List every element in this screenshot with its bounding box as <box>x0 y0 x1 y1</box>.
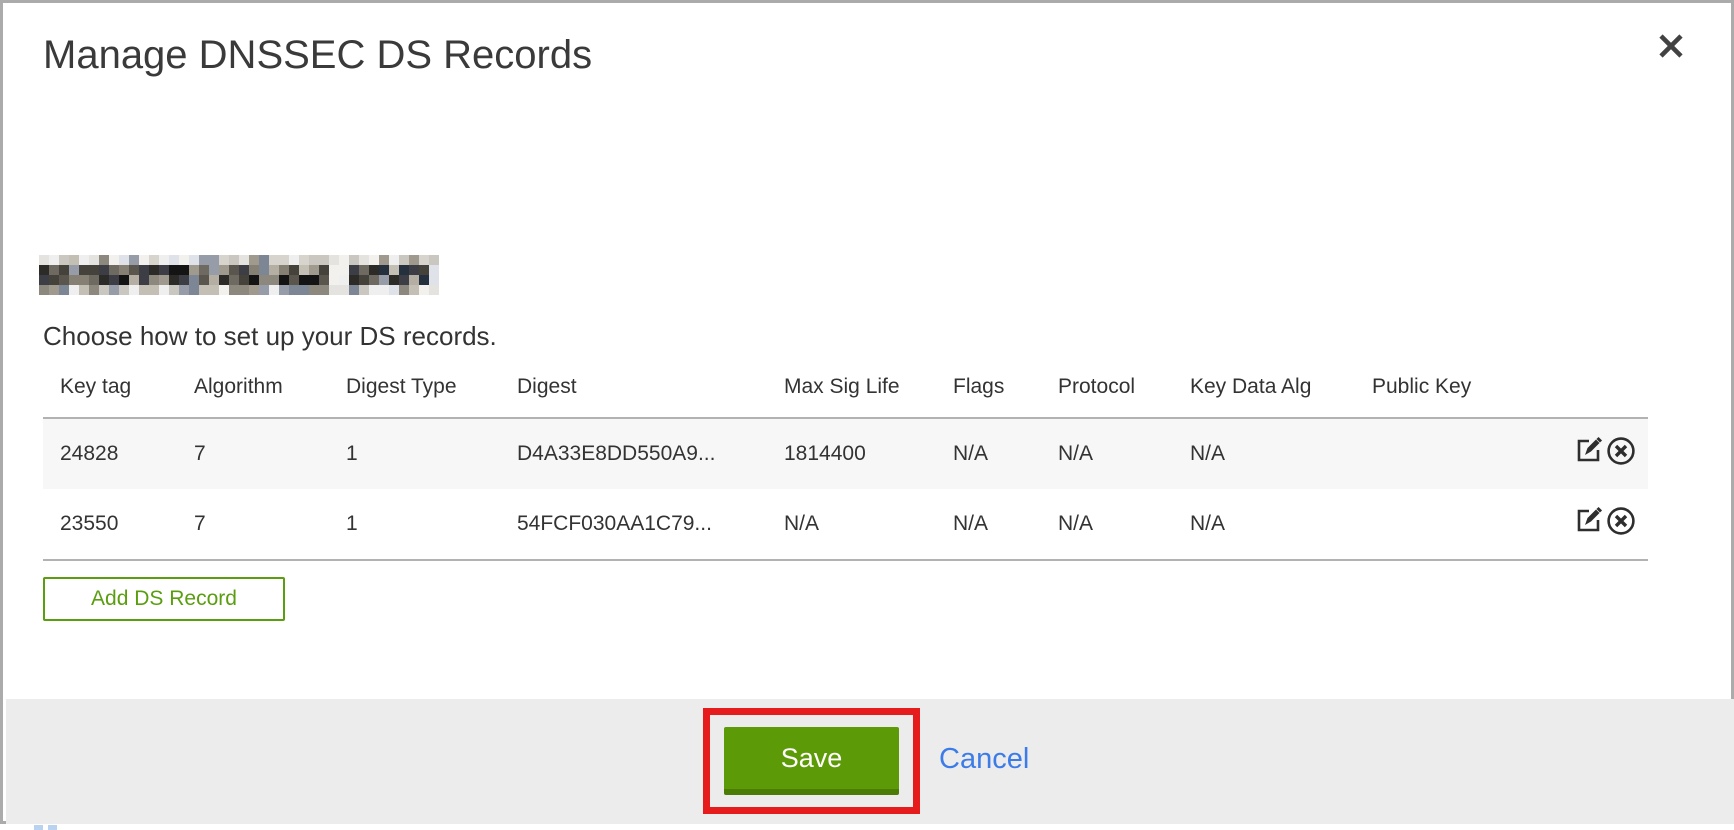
cell-digest-type: 1 <box>346 489 517 560</box>
col-header-protocol: Protocol <box>1058 371 1190 418</box>
cell-key-data-alg: N/A <box>1190 418 1372 489</box>
col-header-public-key: Public Key <box>1372 371 1563 418</box>
ds-records-table: Key tag Algorithm Digest Type Digest Max… <box>43 371 1648 561</box>
cell-flags: N/A <box>953 489 1058 560</box>
col-header-digest: Digest <box>517 371 784 418</box>
table-row: 23550 7 1 54FCF030AA1C79... N/A N/A N/A … <box>43 489 1648 560</box>
col-header-max-sig-life: Max Sig Life <box>784 371 953 418</box>
row-actions <box>1563 489 1648 560</box>
edit-record-icon[interactable] <box>1574 436 1604 472</box>
cell-public-key <box>1372 418 1563 489</box>
col-header-key-tag: Key tag <box>43 371 194 418</box>
delete-record-icon[interactable] <box>1606 506 1636 542</box>
table-row: 24828 7 1 D4A33E8DD550A9... 1814400 N/A … <box>43 418 1648 489</box>
cell-key-tag: 24828 <box>43 418 194 489</box>
redacted-domain-name <box>39 255 439 295</box>
save-button[interactable]: Save <box>724 727 899 795</box>
cell-algorithm: 7 <box>194 418 346 489</box>
manage-dnssec-modal: Manage DNSSEC DS Records Choose how to s… <box>0 0 1734 824</box>
cell-public-key <box>1372 489 1563 560</box>
cell-algorithm: 7 <box>194 489 346 560</box>
add-ds-record-button[interactable]: Add DS Record <box>43 577 285 621</box>
close-icon[interactable] <box>1653 29 1689 65</box>
table-header-row: Key tag Algorithm Digest Type Digest Max… <box>43 371 1648 418</box>
cell-key-tag: 23550 <box>43 489 194 560</box>
cell-max-sig-life: N/A <box>784 489 953 560</box>
background-content-fragment <box>34 825 43 830</box>
col-header-algorithm: Algorithm <box>194 371 346 418</box>
col-header-key-data-alg: Key Data Alg <box>1190 371 1372 418</box>
cell-digest-type: 1 <box>346 418 517 489</box>
modal-footer: Save Cancel <box>6 699 1734 824</box>
cell-protocol: N/A <box>1058 418 1190 489</box>
cell-key-data-alg: N/A <box>1190 489 1372 560</box>
cell-flags: N/A <box>953 418 1058 489</box>
background-content-fragment <box>48 825 57 830</box>
col-header-flags: Flags <box>953 371 1058 418</box>
col-header-actions <box>1563 371 1648 418</box>
cell-protocol: N/A <box>1058 489 1190 560</box>
edit-record-icon[interactable] <box>1574 506 1604 542</box>
cancel-link[interactable]: Cancel <box>939 743 1029 776</box>
cell-digest: 54FCF030AA1C79... <box>517 489 784 560</box>
cell-max-sig-life: 1814400 <box>784 418 953 489</box>
page-title: Manage DNSSEC DS Records <box>43 33 592 78</box>
red-annotation-box: Save <box>703 708 920 814</box>
row-actions <box>1563 418 1648 489</box>
intro-text: Choose how to set up your DS records. <box>43 321 497 352</box>
col-header-digest-type: Digest Type <box>346 371 517 418</box>
cell-digest: D4A33E8DD550A9... <box>517 418 784 489</box>
delete-record-icon[interactable] <box>1606 436 1636 472</box>
